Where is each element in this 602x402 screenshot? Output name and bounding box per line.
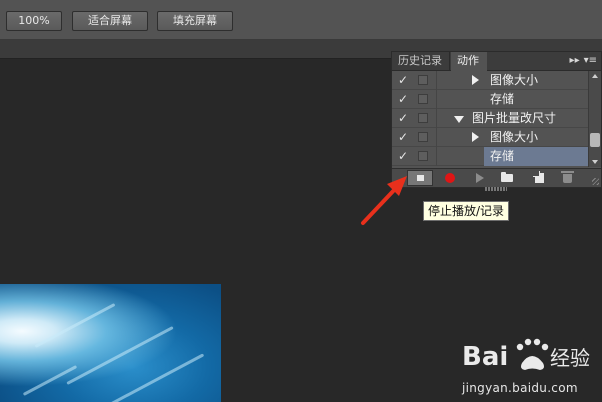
tab-history[interactable]: 历史记录 [392, 52, 450, 70]
scroll-up-icon[interactable] [592, 74, 598, 78]
check-icon[interactable]: ✓ [397, 148, 409, 164]
trash-icon [561, 171, 574, 183]
play-button[interactable] [467, 170, 493, 186]
panel-footer [392, 168, 601, 187]
expand-down-icon[interactable] [454, 116, 464, 123]
actions-panel: 历史记录 动作 ▸▸ ▾≡ ✓ 图像大小 ✓ 存储 ✓ 图片批量改尺寸 ✓ 图像… [391, 51, 602, 188]
zoom-100-button[interactable]: 100% [6, 11, 62, 31]
new-action-icon [533, 171, 544, 183]
new-action-button[interactable] [527, 170, 553, 186]
tooltip: 停止播放/记录 [423, 201, 510, 221]
play-icon [476, 173, 484, 183]
wave-highlight [34, 303, 116, 348]
svg-text:经验: 经验 [550, 346, 590, 370]
actions-list: ✓ 图像大小 ✓ 存储 ✓ 图片批量改尺寸 ✓ 图像大小 ✓ 存储 [392, 71, 588, 167]
action-row[interactable]: ✓ 存储 [392, 90, 588, 109]
scrollbar-thumb[interactable] [590, 133, 600, 147]
tab-actions[interactable]: 动作 [451, 52, 487, 71]
check-icon[interactable]: ✓ [397, 91, 409, 107]
panel-scrollbar[interactable] [588, 71, 601, 167]
watermark-url: jingyan.baidu.com [462, 381, 578, 395]
expand-right-icon[interactable] [472, 132, 479, 142]
dialog-toggle[interactable] [418, 151, 428, 161]
divider [436, 147, 437, 166]
svg-text:Bai: Bai [462, 342, 508, 372]
action-row[interactable]: ✓ 图片批量改尺寸 [392, 109, 588, 128]
action-label: 图像大小 [490, 73, 539, 87]
divider [436, 128, 437, 147]
action-row[interactable]: ✓ 图像大小 [392, 71, 588, 90]
dialog-toggle[interactable] [418, 132, 428, 142]
wave-highlight [105, 353, 205, 402]
divider [436, 90, 437, 109]
action-row[interactable]: ✓ 图像大小 [392, 128, 588, 147]
dialog-toggle[interactable] [418, 94, 428, 104]
resize-grip[interactable] [592, 178, 599, 185]
folder-icon [501, 172, 513, 182]
action-set-label: 图片批量改尺寸 [472, 111, 557, 125]
options-bar: 100% 适合屏幕 填充屏幕 [0, 0, 602, 40]
expand-right-icon[interactable] [472, 75, 479, 85]
panel-menu[interactable]: ▸▸ ▾≡ [563, 54, 597, 68]
check-icon[interactable]: ✓ [397, 129, 409, 145]
fit-screen-button[interactable]: 适合屏幕 [72, 11, 148, 31]
divider [436, 71, 437, 90]
ocean-wave-photo [0, 284, 221, 402]
scroll-down-icon[interactable] [592, 160, 598, 164]
check-icon[interactable]: ✓ [397, 110, 409, 126]
panel-tab-bar: 历史记录 动作 ▸▸ ▾≡ [392, 52, 601, 71]
action-label: 存储 [490, 149, 515, 163]
baidu-logo-icon: Bai 经验 [462, 338, 590, 372]
panel-menu-icon[interactable]: ▾≡ [584, 54, 597, 68]
stop-icon [417, 175, 424, 181]
action-label: 存储 [490, 92, 515, 106]
action-label: 图像大小 [490, 130, 539, 144]
divider [436, 109, 437, 128]
new-set-button[interactable] [494, 170, 520, 186]
double-chevron-right-icon[interactable]: ▸▸ [570, 54, 580, 68]
annotation-arrow-icon [361, 176, 407, 225]
record-button[interactable] [437, 170, 463, 186]
panel-drag-handle[interactable] [485, 187, 507, 191]
dialog-toggle[interactable] [418, 75, 428, 85]
baidu-jingyan-watermark: Bai 经验 jingyan.baidu.com [462, 333, 602, 402]
delete-button[interactable] [555, 170, 581, 186]
dialog-toggle[interactable] [418, 113, 428, 123]
check-icon[interactable]: ✓ [397, 72, 409, 88]
fill-screen-button[interactable]: 填充屏幕 [157, 11, 233, 31]
action-row-selected[interactable]: ✓ 存储 [392, 147, 588, 166]
record-icon [445, 173, 455, 183]
